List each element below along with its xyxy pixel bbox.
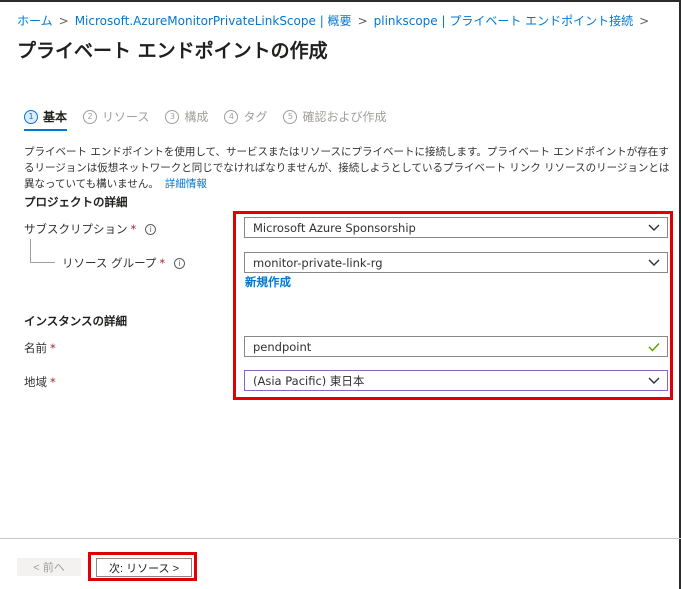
breadcrumb-separator: > bbox=[639, 14, 650, 28]
previous-button[interactable]: < 前へ bbox=[17, 558, 81, 576]
required-mark: * bbox=[50, 375, 56, 389]
tab-label: リソース bbox=[102, 110, 150, 124]
tab-number: 2 bbox=[83, 109, 98, 124]
tab-number: 4 bbox=[224, 109, 239, 124]
breadcrumb-home[interactable]: ホーム bbox=[17, 14, 53, 28]
description: プライベート エンドポイントを使用して、サービスまたはリソースにプライベートに接… bbox=[24, 144, 674, 192]
wizard-tabs: 1 基本 2 リソース 3 構成 4 タグ 5 確認および作成 bbox=[24, 108, 402, 131]
section-project-details: プロジェクトの詳細 bbox=[24, 195, 128, 209]
breadcrumb-separator: > bbox=[357, 14, 368, 28]
page-title: プライベート エンドポイントの作成 bbox=[17, 40, 328, 62]
description-text: プライベート エンドポイントを使用して、サービスまたはリソースにプライベートに接… bbox=[24, 146, 670, 190]
resource-group-label: リソース グループ * i bbox=[62, 255, 186, 271]
breadcrumb-link-scope-overview[interactable]: Microsoft.AzureMonitorPrivateLinkScope |… bbox=[75, 14, 352, 28]
tab-configuration[interactable]: 3 構成 bbox=[165, 108, 208, 131]
name-label-text: 名前 bbox=[24, 341, 47, 355]
region-label-text: 地域 bbox=[24, 375, 47, 389]
tab-label: 確認および作成 bbox=[302, 110, 387, 124]
region-label: 地域 * bbox=[24, 374, 56, 390]
next-resource-button[interactable]: 次: リソース > bbox=[96, 558, 192, 577]
tab-basics[interactable]: 1 基本 bbox=[24, 108, 68, 131]
info-icon[interactable]: i bbox=[174, 257, 186, 269]
tree-connector bbox=[30, 239, 31, 262]
tree-connector bbox=[30, 262, 55, 263]
tab-tags[interactable]: 4 タグ bbox=[224, 108, 267, 131]
required-mark: * bbox=[50, 341, 56, 355]
tab-label: 構成 bbox=[184, 110, 209, 124]
required-mark: * bbox=[130, 222, 137, 236]
required-mark: * bbox=[159, 256, 166, 270]
footer-divider bbox=[0, 538, 681, 539]
learn-more-link[interactable]: 詳細情報 bbox=[165, 178, 207, 190]
section-instance-details: インスタンスの詳細 bbox=[24, 314, 128, 328]
subscription-label-text: サブスクリプション bbox=[24, 222, 128, 236]
tab-number: 3 bbox=[165, 109, 180, 124]
info-icon[interactable]: i bbox=[145, 223, 157, 235]
tab-number: 1 bbox=[24, 109, 38, 124]
breadcrumb-link-plinkscope[interactable]: plinkscope | プライベート エンドポイント接続 bbox=[374, 14, 634, 28]
tab-label: タグ bbox=[243, 110, 268, 124]
subscription-label: サブスクリプション * i bbox=[24, 221, 157, 237]
name-label: 名前 * bbox=[24, 340, 56, 356]
resource-group-label-text: リソース グループ bbox=[62, 256, 157, 270]
tab-resource[interactable]: 2 リソース bbox=[83, 108, 149, 131]
tab-number: 5 bbox=[283, 109, 298, 124]
top-border bbox=[0, 0, 681, 2]
breadcrumb: ホーム > Microsoft.AzureMonitorPrivateLinkSco… bbox=[17, 12, 655, 29]
tab-label: 基本 bbox=[43, 110, 68, 124]
tab-review-create[interactable]: 5 確認および作成 bbox=[283, 108, 386, 131]
fields-highlight-box bbox=[233, 211, 673, 400]
breadcrumb-separator: > bbox=[58, 14, 69, 28]
